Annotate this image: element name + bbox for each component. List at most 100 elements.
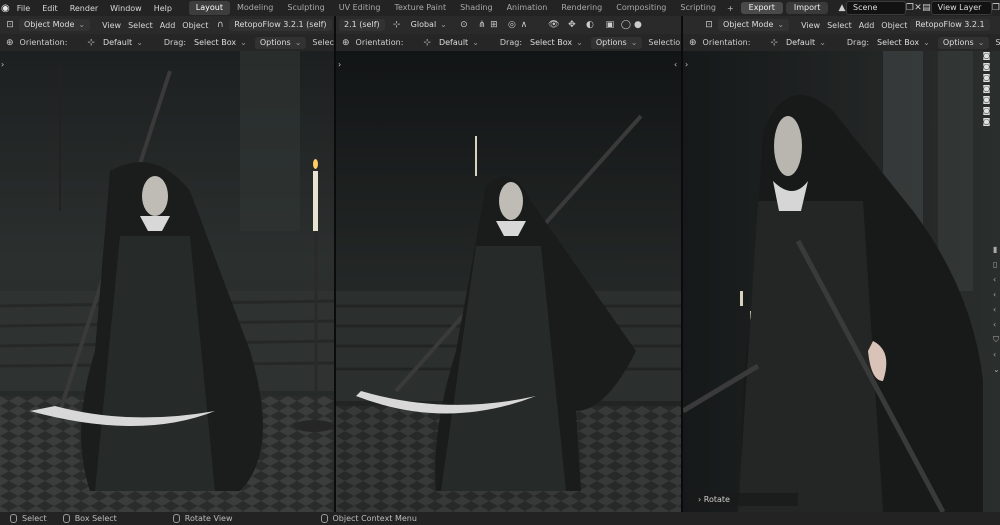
drag-dropdown[interactable]: Select Box ⌄: [872, 37, 935, 49]
chevron-left-icon[interactable]: ‹: [993, 290, 1000, 299]
overlay-icon[interactable]: ◐: [584, 19, 596, 31]
orientation-dropdown[interactable]: Default ⌄: [434, 37, 484, 49]
last-operator-panel[interactable]: › Rotate: [690, 493, 798, 506]
import-button[interactable]: Import: [785, 2, 829, 14]
tab-animation[interactable]: Animation: [500, 1, 555, 15]
options-dropdown[interactable]: Options ⌄: [254, 36, 307, 49]
copy-scene-icon[interactable]: ❐: [906, 2, 914, 14]
scene-illustration: [683, 51, 1000, 512]
render-view-scene[interactable]: [683, 51, 1000, 512]
tab-texture-paint[interactable]: Texture Paint: [387, 1, 453, 15]
selection-set-label[interactable]: Selection Se: [312, 38, 334, 47]
object-menu[interactable]: Object: [881, 21, 907, 30]
menu-window[interactable]: Window: [104, 4, 148, 13]
selection-set-label[interactable]: Selection Set E: [648, 38, 681, 47]
view-menu[interactable]: View: [102, 21, 121, 30]
properties-tab-icon[interactable]: ▮: [993, 245, 1000, 254]
drag-dropdown[interactable]: Select Box ⌄: [525, 37, 588, 49]
shield-icon[interactable]: ⛉: [993, 335, 1000, 344]
viewport-right[interactable]: ⊡ Object Mode ⌄ View Select Add Object Re…: [683, 16, 1000, 512]
chevron-down-icon[interactable]: ⌄: [993, 365, 1000, 374]
mode-dropdown[interactable]: Object Mode ⌄: [19, 19, 91, 31]
tab-uv-editing[interactable]: UV Editing: [332, 1, 388, 15]
camera-icon[interactable]: ◙: [982, 84, 991, 93]
view-layer-field[interactable]: View Layer: [930, 1, 992, 15]
object-menu[interactable]: Object: [182, 21, 208, 30]
camera-icon[interactable]: ◙: [982, 73, 991, 82]
xray-icon[interactable]: ▣: [604, 19, 616, 31]
menu-render[interactable]: Render: [64, 4, 104, 13]
tab-layout[interactable]: Layout: [188, 1, 230, 15]
viewport-middle[interactable]: 2.1 (self) ⊹ Global ⌄ ⊙ ⋔ ⊞ ◎ ∧ 👁 ✥ ◐ ▣ ◯…: [336, 16, 681, 512]
menu-edit[interactable]: Edit: [36, 4, 64, 13]
left-expander-icon[interactable]: ›: [1, 60, 7, 69]
tab-compositing[interactable]: Compositing: [609, 1, 673, 15]
visibility-icon[interactable]: 👁: [548, 19, 560, 31]
add-workspace-icon[interactable]: +: [723, 4, 738, 13]
retopoflow-dropdown[interactable]: RetopoFlow 3.2.1 (self): [229, 19, 332, 31]
tool-icon[interactable]: ⊕: [6, 37, 14, 49]
drag-label: Drag:: [163, 38, 187, 47]
editor-type-icon[interactable]: ⊡: [703, 19, 715, 31]
mode-dropdown[interactable]: Object Mode ⌄: [718, 19, 790, 31]
add-menu[interactable]: Add: [160, 21, 176, 30]
menu-file[interactable]: File: [11, 4, 36, 13]
copy-view-layer-icon[interactable]: ❐: [992, 2, 1000, 14]
select-menu[interactable]: Select: [827, 21, 852, 30]
render-view-scene[interactable]: [0, 51, 334, 512]
tab-scripting[interactable]: Scripting: [673, 1, 723, 15]
tool-icon[interactable]: ⊕: [342, 37, 350, 49]
viewport-left[interactable]: ⊡ Object Mode ⌄ View Select Add Object ∩ …: [0, 16, 334, 512]
retopoflow-dropdown[interactable]: RetopoFlow 3.2.1: [910, 19, 990, 31]
orientation-dropdown[interactable]: Default ⌄: [98, 37, 148, 49]
chevron-left-icon[interactable]: ‹: [993, 320, 1000, 329]
shading-wireframe-icon[interactable]: ◯: [620, 19, 632, 31]
add-menu[interactable]: Add: [859, 21, 875, 30]
retopoflow-version-field[interactable]: 2.1 (self): [339, 19, 385, 31]
selection-set-label[interactable]: S: [995, 38, 1000, 47]
drag-dropdown[interactable]: Select Box ⌄: [189, 37, 252, 49]
blender-logo-icon[interactable]: ◉: [0, 0, 11, 16]
tab-modeling[interactable]: Modeling: [230, 1, 280, 15]
pivot-point-icon[interactable]: ⊙: [458, 19, 470, 31]
tab-shading[interactable]: Shading: [453, 1, 500, 15]
orientation-dropdown[interactable]: Default ⌄: [781, 37, 831, 49]
tab-rendering[interactable]: Rendering: [554, 1, 609, 15]
render-view-scene[interactable]: [336, 51, 681, 512]
camera-icon[interactable]: ◙: [982, 106, 991, 115]
camera-icon[interactable]: ◙: [982, 62, 991, 71]
shading-solid-icon[interactable]: ●: [632, 19, 644, 31]
middle-right-expander-icon[interactable]: ‹: [674, 60, 680, 69]
proportional-edit-icon[interactable]: ◎: [506, 19, 518, 31]
gizmo-icon[interactable]: ✥: [566, 19, 578, 31]
falloff-icon[interactable]: ∧: [518, 19, 530, 31]
export-button[interactable]: Export: [740, 2, 783, 14]
options-dropdown[interactable]: Options ⌄: [590, 36, 643, 49]
object-tab-icon[interactable]: ▯: [993, 260, 1000, 269]
chevron-left-icon[interactable]: ‹: [993, 305, 1000, 314]
curve-icon[interactable]: ∩: [214, 19, 226, 31]
camera-icon[interactable]: ◙: [982, 51, 991, 60]
camera-icon[interactable]: ◙: [982, 95, 991, 104]
chevron-left-icon[interactable]: ‹: [993, 275, 1000, 284]
top-bar: ◉ File Edit Render Window Help Layout Mo…: [0, 0, 1000, 16]
view-menu[interactable]: View: [801, 21, 820, 30]
select-menu[interactable]: Select: [128, 21, 153, 30]
operator-label: Rotate: [703, 495, 730, 504]
middle-expander-icon[interactable]: ›: [338, 60, 344, 69]
right-expander-icon[interactable]: ›: [685, 60, 691, 69]
menu-help[interactable]: Help: [148, 4, 178, 13]
tool-icon[interactable]: ⊕: [689, 37, 697, 49]
camera-icon[interactable]: ◙: [982, 117, 991, 126]
camera-toolbar: ◙ ◙ ◙ ◙ ◙ ◙ ◙: [982, 51, 994, 126]
tab-sculpting[interactable]: Sculpting: [280, 1, 331, 15]
options-dropdown[interactable]: Options ⌄: [937, 36, 990, 49]
scene-field[interactable]: Scene: [845, 1, 906, 15]
close-scene-icon[interactable]: ✕: [914, 2, 922, 14]
transform-orientation-dropdown[interactable]: Global ⌄: [406, 19, 452, 31]
snap-icon[interactable]: ⋔: [476, 19, 488, 31]
snap-target-icon[interactable]: ⊞: [488, 19, 500, 31]
sidebar-rail: ▮ ▯ ‹ ‹ ‹ ‹ ⛉ ‹ ⌄: [993, 245, 1000, 415]
chevron-left-icon[interactable]: ‹: [993, 350, 1000, 359]
editor-type-icon[interactable]: ⊡: [4, 19, 16, 31]
